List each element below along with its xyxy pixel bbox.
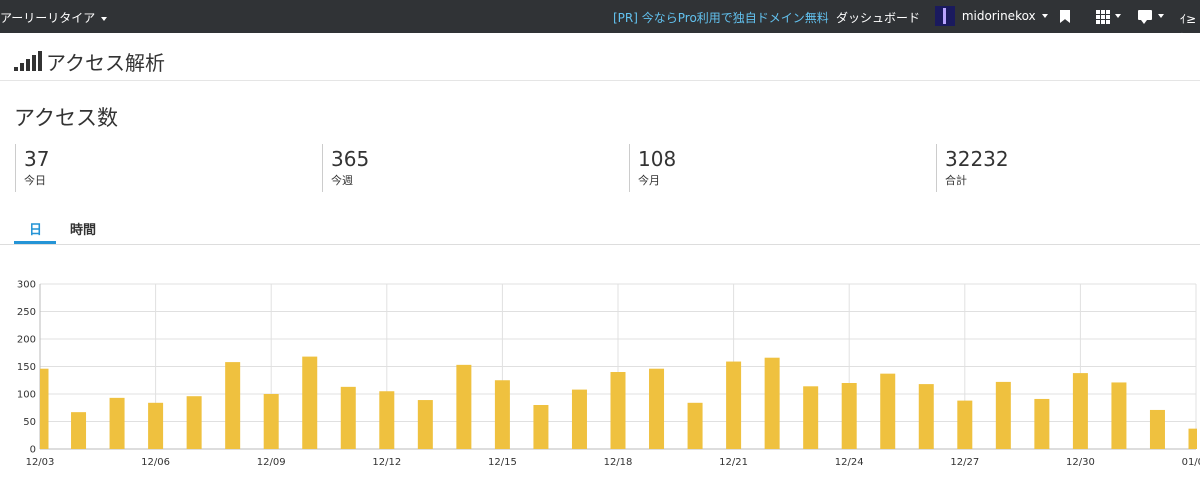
chart-bar xyxy=(841,383,857,449)
stat-today: 37 今日 xyxy=(15,144,49,192)
chart-bar xyxy=(456,364,472,449)
x-tick-label: 12/18 xyxy=(604,457,633,468)
stat-value: 37 xyxy=(24,147,50,171)
pr-link[interactable]: [PR] 今ならPro利用で独自ドメイン無料 xyxy=(613,9,829,26)
dashboard-link[interactable]: ダッシュボード xyxy=(836,9,920,26)
chart-bar xyxy=(340,386,356,449)
stat-week: 365 今週 xyxy=(322,144,369,192)
stat-value: 32232 xyxy=(945,147,1009,171)
y-tick-label: 250 xyxy=(17,307,36,318)
chart-bar xyxy=(109,397,125,449)
chart-bar xyxy=(379,391,395,449)
chart-bar xyxy=(571,389,587,449)
chart-bar xyxy=(148,402,164,449)
stat-label: 今月 xyxy=(638,174,660,187)
x-tick-label: 12/06 xyxy=(141,457,170,468)
y-tick-label: 150 xyxy=(17,362,36,373)
username: midorinekox xyxy=(961,9,1036,23)
x-tick-label: 01/02 xyxy=(1182,457,1200,468)
x-tick-label: 12/15 xyxy=(488,457,517,468)
signal-bars-icon xyxy=(14,51,42,71)
x-tick-label: 12/24 xyxy=(835,457,864,468)
y-tick-label: 100 xyxy=(17,390,36,401)
avatar xyxy=(935,6,955,26)
x-tick-label: 12/30 xyxy=(1066,457,1095,468)
active-tab-indicator xyxy=(14,241,56,244)
bookmark-icon[interactable] xyxy=(1060,10,1070,23)
chart-bar xyxy=(610,372,626,449)
chart-bar xyxy=(225,362,241,449)
chart-bar xyxy=(995,381,1011,449)
stat-value: 365 xyxy=(331,147,370,171)
chart-bar xyxy=(687,402,703,449)
chart-bar xyxy=(533,405,549,449)
chart-bar xyxy=(764,357,780,449)
chart-bar xyxy=(880,373,896,449)
user-menu[interactable]: midorinekox xyxy=(935,6,1048,26)
access-bar-chart: 0 50 100 150 200 250 300 12/03 12/06 12/09 12/12 12… xyxy=(17,280,1200,469)
stat-total: 32232 合計 xyxy=(936,144,1009,192)
chart-bar xyxy=(649,368,665,449)
blog-name: アーリーリタイア xyxy=(0,11,96,25)
apps-grid-icon[interactable] xyxy=(1096,10,1110,24)
chart-bar xyxy=(1149,409,1165,449)
stat-value: 108 xyxy=(638,147,677,171)
stat-label: 合計 xyxy=(945,174,967,187)
chart-bar xyxy=(1034,398,1050,449)
y-tick-label: 300 xyxy=(17,280,36,291)
chart-bar xyxy=(417,400,433,449)
chevron-down-icon[interactable] xyxy=(1115,14,1121,18)
chart-bar xyxy=(1072,373,1088,449)
chart-bar xyxy=(186,396,202,449)
x-tick-label: 12/27 xyxy=(950,457,979,468)
chevron-down-icon xyxy=(101,16,108,21)
chart-bar xyxy=(726,361,742,449)
stat-label: 今日 xyxy=(24,174,46,187)
chevron-down-icon xyxy=(1041,14,1048,18)
chart-bar xyxy=(302,356,318,449)
chart-bar xyxy=(918,384,934,449)
chart-bar xyxy=(40,368,49,449)
page-header: アクセス解析 xyxy=(0,33,1200,81)
x-tick-label: 12/03 xyxy=(26,457,55,468)
y-tick-label: 0 xyxy=(30,445,36,456)
blog-switcher[interactable]: アーリーリタイア xyxy=(0,9,108,26)
y-tick-label: 200 xyxy=(17,335,36,346)
chart-bar xyxy=(1111,382,1127,449)
chevron-down-icon[interactable] xyxy=(1158,14,1164,18)
stat-label: 今週 xyxy=(331,174,353,187)
stat-month: 108 今月 xyxy=(629,144,676,192)
page-title: アクセス解析 xyxy=(46,51,165,75)
chart-bar xyxy=(1188,428,1197,449)
top-navbar: アーリーリタイア [PR] 今ならPro利用で独自ドメイン無料 ダッシュボード … xyxy=(0,0,1200,41)
message-icon[interactable] xyxy=(1138,10,1152,24)
chart-bar xyxy=(803,386,819,449)
x-tick-label: 12/21 xyxy=(719,457,748,468)
y-tick-label: 50 xyxy=(23,417,36,428)
tab-hour[interactable]: 時間 xyxy=(70,219,96,238)
period-tabs: 日 時間 xyxy=(0,214,1200,245)
chart-bar xyxy=(263,394,279,449)
x-tick-label: 12/12 xyxy=(372,457,401,468)
chart-bar xyxy=(71,412,87,449)
chart-bar xyxy=(957,400,973,449)
section-title: アクセス数 xyxy=(14,106,118,130)
chart-bar xyxy=(494,380,510,449)
x-tick-label: 12/09 xyxy=(257,457,286,468)
tab-day[interactable]: 日 xyxy=(29,219,42,238)
